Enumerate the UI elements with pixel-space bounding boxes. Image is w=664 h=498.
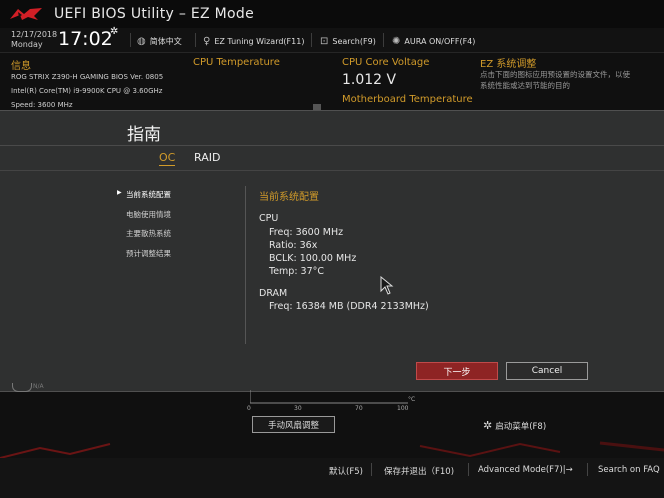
boot-gear-icon: ✲: [483, 419, 493, 432]
cpu-freq: Freq: 3600 MHz: [269, 227, 344, 238]
mb-temperature-title: Motherboard Temperature: [342, 94, 473, 105]
boot-menu-label: 启动菜单(F8): [495, 421, 547, 432]
menu-item-expected-result[interactable]: 预计调整结果: [126, 248, 171, 259]
tab-divider: [0, 170, 664, 171]
date-text: 12/17/2018: [11, 30, 58, 39]
info-title: 信息: [11, 61, 31, 72]
ez-tuning-wizard-button[interactable]: ♀ EZ Tuning Wizard(F11): [203, 36, 304, 47]
ez-desc-line-1: 点击下面的图标应用预设置的设置文件，以使: [480, 70, 630, 79]
lightbulb-icon: ♀: [203, 36, 211, 47]
cancel-button[interactable]: Cancel: [506, 362, 588, 380]
dialog-title-divider: [0, 145, 664, 146]
menu-item-cooling-system[interactable]: 主要散热系统: [126, 228, 171, 239]
fan-icon: [12, 383, 32, 392]
tab-raid[interactable]: RAID: [194, 151, 220, 164]
dram-heading: DRAM: [259, 288, 288, 299]
next-button[interactable]: 下一步: [416, 362, 498, 380]
ez-system-tuning-title: EZ 系统调整: [480, 59, 537, 70]
language-label: 简体中文: [149, 37, 182, 46]
aura-label: AURA ON/OFF(F4): [404, 37, 476, 46]
clock-settings-gear-icon[interactable]: ✲: [110, 26, 118, 37]
boot-menu-button[interactable]: ✲ 启动菜单(F8): [483, 419, 546, 432]
menu-divider: [245, 186, 246, 344]
rog-logo-icon: [10, 8, 42, 20]
clock: 17:02: [58, 28, 113, 50]
search-label: Search(F9): [332, 37, 376, 46]
cpu-temp: Temp: 37°C: [269, 266, 325, 277]
axis-unit: °C: [408, 396, 416, 403]
axis-tick-100: 100: [397, 405, 409, 412]
save-exit-button[interactable]: 保存并退出（F10): [384, 465, 454, 477]
divider: [195, 33, 196, 47]
divider: [468, 463, 469, 476]
tab-oc[interactable]: OC: [159, 151, 176, 166]
globe-icon: ◍: [137, 36, 146, 47]
aura-toggle-button[interactable]: ✺ AURA ON/OFF(F4): [392, 36, 475, 47]
ez-desc-line-2: 系统性能或达到节能的目的: [480, 81, 570, 90]
mouse-cursor-icon: [380, 276, 394, 295]
axis-tick-70: 70: [355, 405, 363, 412]
divider: [130, 33, 131, 47]
cpu-ratio: Ratio: 36x: [269, 240, 318, 251]
weekday-text: Monday: [11, 40, 43, 49]
divider: [383, 33, 384, 47]
cpu-info: Intel(R) Core(TM) i9-9900K CPU @ 3.60GHz: [11, 87, 163, 95]
menu-item-usage-scenario[interactable]: 电脑使用情境: [126, 209, 171, 220]
divider: [371, 463, 372, 476]
cpu-bclk: BCLK: 100.00 MHz: [269, 253, 357, 264]
dram-freq: Freq: 16384 MB (DDR4 2133MHz): [269, 301, 429, 312]
guide-dialog: [0, 110, 664, 392]
date-display: 12/17/2018 Monday: [11, 30, 57, 50]
ez-system-description: 点击下面的图标应用预设置的设置文件，以使 系统性能或达到节能的目的: [480, 69, 660, 91]
search-button[interactable]: ⊡ Search(F9): [320, 36, 376, 47]
language-button[interactable]: ◍ 简体中文: [137, 36, 182, 47]
app-title: UEFI BIOS Utility – EZ Mode: [54, 6, 255, 22]
selected-arrow-icon: ▶: [117, 189, 122, 196]
na-label: N/A: [33, 383, 44, 390]
axis-tick-0: 0: [247, 405, 251, 412]
divider: [587, 463, 588, 476]
board-info: ROG STRIX Z390-H GAMING BIOS Ver. 0805: [11, 73, 164, 81]
divider: [311, 33, 312, 47]
fan-curve-axis: [250, 390, 408, 404]
search-icon: ⊡: [320, 36, 329, 47]
cpu-voltage-title: CPU Core Voltage: [342, 57, 430, 68]
menu-item-current-config[interactable]: 当前系统配置: [126, 189, 171, 200]
cpu-voltage-value: 1.012 V: [342, 72, 397, 88]
aura-icon: ✺: [392, 36, 401, 47]
search-faq-button[interactable]: Search on FAQ: [598, 465, 660, 475]
advanced-mode-button[interactable]: Advanced Mode(F7)|→: [478, 465, 573, 475]
dialog-title: 指南: [127, 125, 161, 145]
manual-fan-tuning-button[interactable]: 手动风扇调整: [252, 416, 335, 433]
bottom-bar: [0, 458, 664, 498]
default-button[interactable]: 默认(F5): [329, 465, 363, 477]
cpu-temperature-title: CPU Temperature: [193, 57, 280, 68]
speed-info: Speed: 3600 MHz: [11, 101, 73, 109]
ez-tuning-label: EZ Tuning Wizard(F11): [214, 37, 305, 46]
cpu-heading: CPU: [259, 213, 279, 224]
axis-tick-30: 30: [294, 405, 302, 412]
config-title: 当前系统配置: [259, 192, 319, 203]
